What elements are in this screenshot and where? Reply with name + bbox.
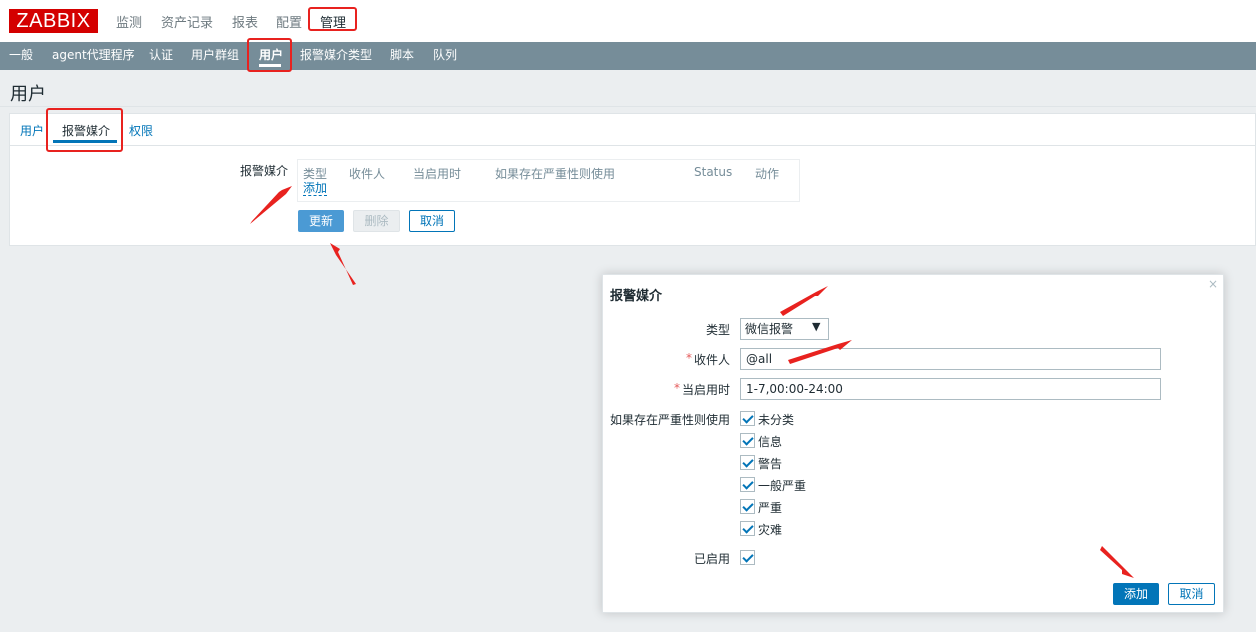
annotation-arrows (250, 186, 1134, 578)
arrow-icon (780, 286, 828, 316)
arrow-icon (330, 243, 356, 285)
arrow-icon (1100, 546, 1134, 578)
arrow-icon (788, 340, 852, 364)
arrow-icon (250, 186, 292, 224)
